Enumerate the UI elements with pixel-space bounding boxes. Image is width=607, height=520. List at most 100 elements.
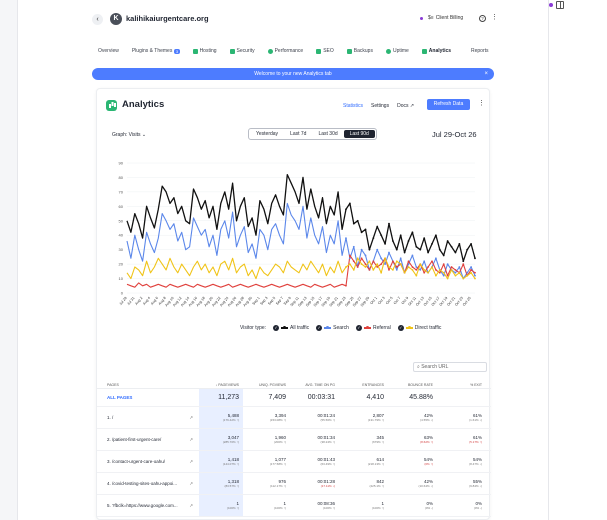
data-point [399,234,402,237]
tab-hosting[interactable]: Hosting [192,48,217,54]
y-tick-label: 20 [119,262,124,267]
entrances-change: (100% ↑) [371,506,384,510]
external-link-icon[interactable]: ↗ [189,459,193,465]
data-point [403,251,406,254]
all-pages-row: ALL PAGES 11,273 7,409 00:03:31 4,410 45… [97,389,491,407]
more-options-icon[interactable]: ⋮ [491,13,498,21]
tab-label: Performance [274,48,304,54]
data-point [356,257,359,260]
data-point [415,266,418,268]
page-cell[interactable]: 2. /patient-first-urgent-care/ ↗ [97,437,199,443]
col-avg-time[interactable]: AVG. TIME ON PG [292,383,341,387]
range-yesterday[interactable]: Yesterday [250,130,284,138]
table-row[interactable]: 1. / ↗ 5,488 (176.42% ↑) 3,394 (153.08% ↑) 00:… [97,407,491,429]
data-point [368,268,371,271]
range-last-7d[interactable]: Last 7d [284,130,312,138]
legend-search[interactable]: ✓ Search [316,325,349,331]
data-point [399,263,402,266]
data-point [395,266,398,268]
total-uniq: 7,409 [268,394,286,401]
external-link-icon[interactable]: ↗ [189,481,193,487]
tab-reports[interactable]: Reports [471,48,489,54]
help-icon[interactable]: ? [479,15,486,22]
data-point [348,257,351,260]
range-last-30d[interactable]: Last 30d [312,130,343,138]
col-exit[interactable]: % EXIT [439,383,488,387]
settings-link[interactable]: Settings [371,103,389,109]
data-point [384,242,386,245]
legend-all-traffic[interactable]: ✓ All traffic [273,325,309,331]
legend-direct[interactable]: ✓ Direct traffic [397,325,442,331]
tab-label: Plugins & Themes [131,48,173,54]
table-row[interactable]: 5. ?fbclk=https://www.google.com... ↗ 1 (10… [97,495,491,517]
col-uniq-pageviews[interactable]: UNIQ. PGVIEWS [243,383,292,387]
data-point [470,268,472,271]
tab-backups[interactable]: Backups [346,48,373,54]
col-pages[interactable]: PAGES [97,383,199,387]
data-point [423,260,426,263]
legend-label: Direct traffic [414,325,442,331]
tab-overview[interactable]: Overview [98,48,119,54]
data-point [380,257,383,260]
uniq-pageviews-change: (153.08% ↑) [269,418,286,422]
data-point [407,240,410,242]
data-point [442,274,445,277]
table-row[interactable]: 4. /covid-testing-sites-oahu-appoi... ↗ 1,… [97,473,491,495]
col-entrances[interactable]: ENTRANCES [341,383,390,387]
tab-label: SEO [323,48,334,54]
external-link-icon[interactable]: ↗ [189,415,193,421]
external-link-icon[interactable]: ↗ [189,503,193,509]
data-point [376,248,379,251]
docs-link[interactable]: Docs ↗ [397,103,414,109]
tab-uptime[interactable]: Uptime [385,48,409,54]
panel-toggle-icon[interactable] [556,1,564,9]
page-path[interactable]: 4. /covid-testing-sites-oahu-appoi... [107,481,177,487]
data-point [356,266,359,268]
card-more-icon[interactable]: ⋮ [478,99,485,107]
data-point [442,263,445,266]
page-cell[interactable]: 5. ?fbclk=https://www.google.com... ↗ [97,503,199,509]
page-cell[interactable]: 1. / ↗ [97,415,199,421]
all-pages-label[interactable]: ALL PAGES [97,395,199,400]
status-dot [549,3,553,7]
data-point [431,266,433,268]
tab-analytics[interactable]: Analytics [421,48,451,54]
entrances: 2,807 (131.79% ↑) [341,413,390,422]
tab-performance[interactable]: Performance [267,48,304,54]
page-path[interactable]: 2. /patient-first-urgent-care/ [107,437,161,443]
refresh-data-button[interactable]: Refresh Data [427,99,470,110]
site-name[interactable]: kalihikaiurgentcare.org [126,14,209,23]
col-bounce-rate[interactable]: BOUNCE RATE [390,383,439,387]
graph-select[interactable]: Graph: Visits ⌄ [112,132,146,138]
page-path[interactable]: 5. ?fbclk=https://www.google.com... [107,503,178,509]
y-tick-label: 70 [119,189,124,194]
search-url-input[interactable]: ⌕ Search URL [413,362,487,372]
page-path[interactable]: 3. /contact-urgent-care-oahu/ [107,459,165,465]
statistics-link[interactable]: Statistics [343,103,363,109]
exit: 55% (9.84% ↓) [439,479,488,488]
page-path[interactable]: 1. / [107,415,113,421]
page-cell[interactable]: 4. /covid-testing-sites-oahu-appoi... ↗ [97,481,199,487]
tab-security[interactable]: Security [229,48,255,54]
legend-referral[interactable]: ✓ Referral [355,325,391,331]
uptime-icon [385,48,391,54]
page-cell[interactable]: 3. /contact-urgent-care-oahu/ ↗ [97,459,199,465]
data-point [466,248,469,251]
close-icon[interactable]: × [484,68,488,80]
data-point [380,271,383,274]
client-billing-button[interactable]: $≡ Client Billing [420,15,463,21]
tab-label: Overview [98,48,119,54]
hosting-icon [192,48,198,54]
col-pageviews[interactable]: ↓ PAGEVIEWS [199,381,243,388]
date-range-selector: Yesterday Last 7d Last 30d Last 90d [248,128,377,140]
back-button[interactable]: ‹ [92,14,103,25]
tab-seo[interactable]: SEO [316,48,334,54]
data-point [391,268,394,271]
entrances: 614 (218.13% ↑) [341,457,390,466]
data-point [474,257,476,260]
table-row[interactable]: 3. /contact-urgent-care-oahu/ ↗ 1,418 (144.… [97,451,491,473]
table-row[interactable]: 2. /patient-first-urgent-care/ ↗ 3,047 (285… [97,429,491,451]
range-last-90d[interactable]: Last 90d [343,130,375,138]
external-link-icon[interactable]: ↗ [189,437,193,443]
tab-plugins-themes[interactable]: Plugins & Themes 3 [132,48,180,54]
